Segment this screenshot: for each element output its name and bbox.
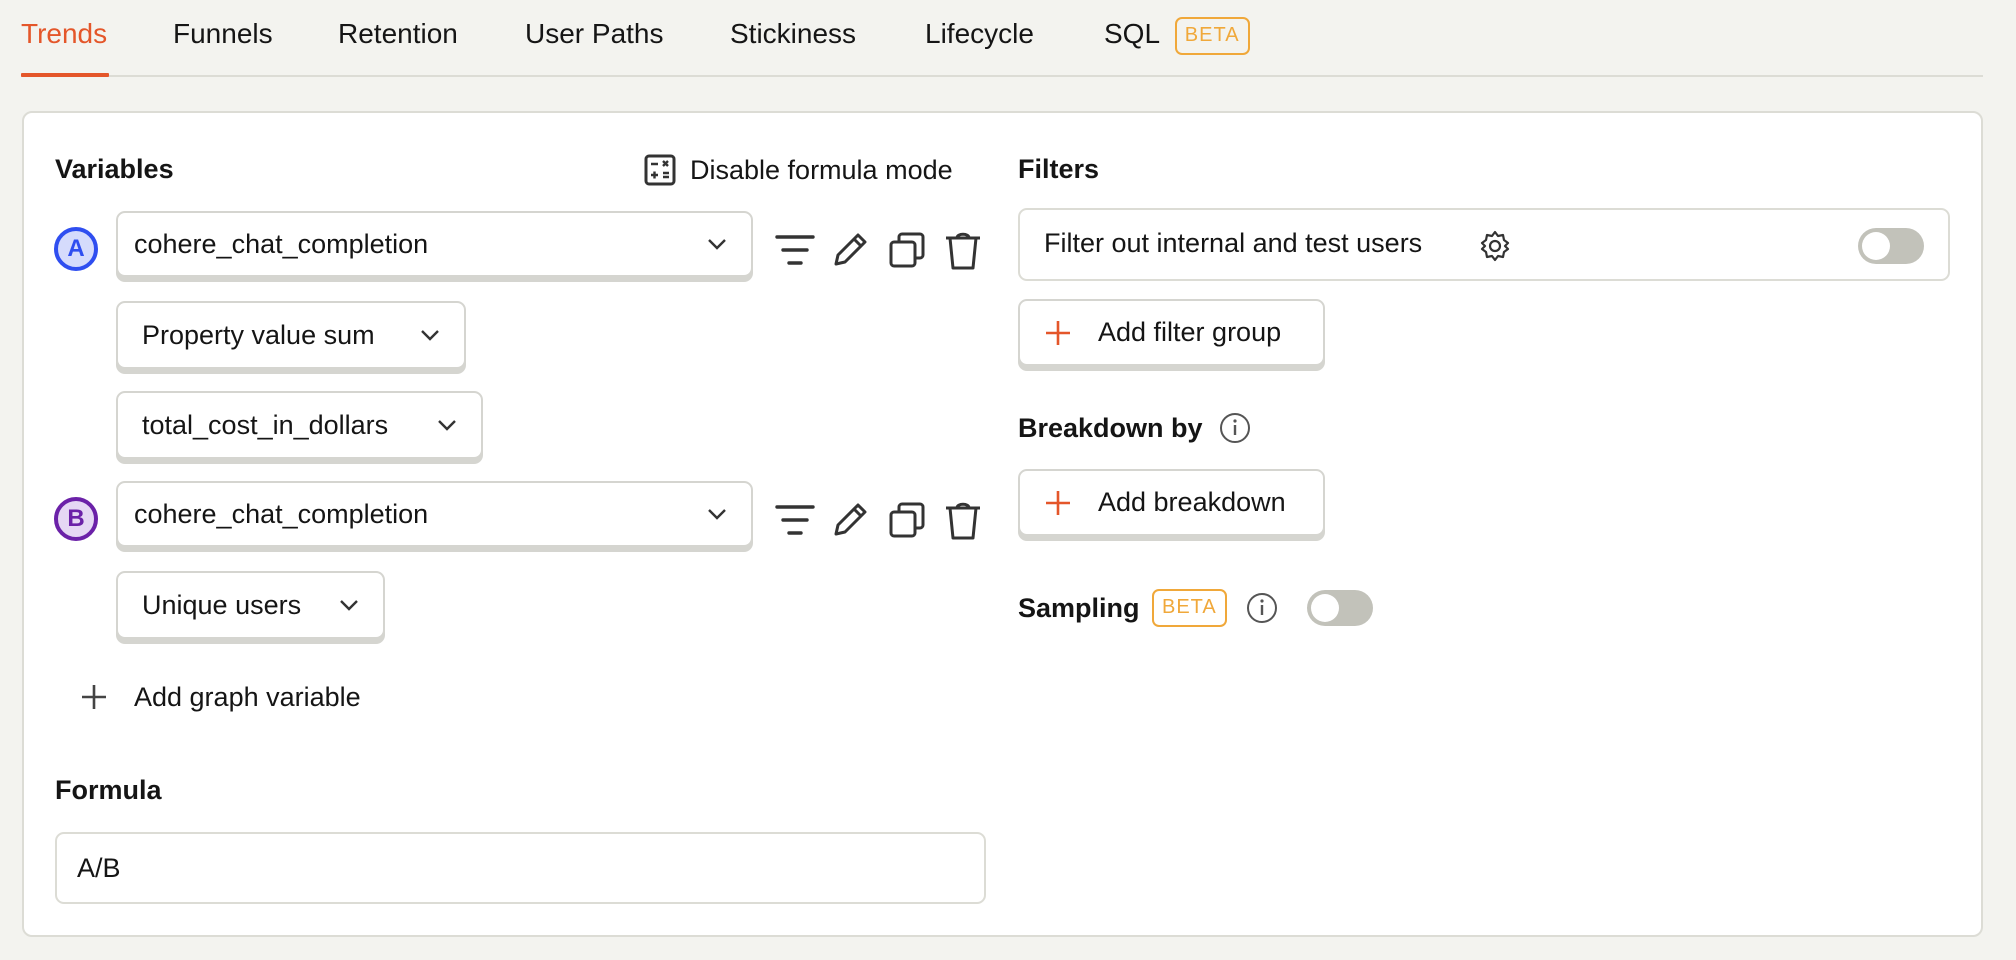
tab-lifecycle[interactable]: Lifecycle [925,14,1034,54]
disable-formula-mode-button[interactable]: Disable formula mode [644,150,953,190]
series-a-event-select[interactable]: cohere_chat_completion [116,211,753,277]
toggle-knob [1311,594,1339,622]
series-b-duplicate-button[interactable] [885,498,929,542]
breakdown-heading: Breakdown by [1018,413,1203,443]
pencil-icon [834,503,867,536]
gear-icon[interactable] [1478,229,1512,263]
tab-user-paths[interactable]: User Paths [525,14,664,54]
series-a-delete-button[interactable] [941,228,985,272]
series-b-math-label: Unique users [142,589,302,620]
series-a-duplicate-button[interactable] [885,228,929,272]
copy-icon [889,232,925,268]
series-b-event-select[interactable]: cohere_chat_completion [116,481,753,547]
tab-sql-label: SQL [1104,18,1159,49]
add-graph-variable-label: Add graph variable [134,681,361,712]
beta-badge: BETA [1174,16,1250,55]
filters-heading: Filters [1018,154,1100,184]
plus-icon [1046,490,1070,515]
disable-formula-mode-label: Disable formula mode [690,154,953,185]
test-users-toggle[interactable] [1858,228,1924,264]
calculator-icon [644,154,676,186]
copy-icon [889,502,925,538]
variables-heading: Variables [55,154,174,184]
plus-icon [1046,320,1070,345]
test-users-filter-label: Filter out internal and test users [1044,228,1423,258]
trash-icon [946,232,980,270]
pencil-icon [834,233,867,266]
formula-input[interactable] [55,832,986,904]
series-b-filter-button[interactable] [773,498,817,542]
info-icon[interactable] [1246,592,1278,624]
chevron-down-icon [438,420,456,431]
add-filter-group-button[interactable]: Add filter group [1018,299,1325,366]
tab-sql[interactable]: SQL BETA [1104,14,1250,55]
toggle-knob [1862,232,1890,260]
sampling-toggle[interactable] [1307,590,1373,626]
series-b-badge: B [54,497,98,541]
info-icon[interactable] [1219,412,1251,444]
series-b-rename-button[interactable] [828,498,872,542]
filter-icon [775,505,815,535]
series-a-filter-button[interactable] [773,228,817,272]
series-b-letter: B [67,505,85,532]
series-a-math-select[interactable]: Property value sum [116,301,466,369]
series-a-rename-button[interactable] [828,228,872,272]
series-a-event-label: cohere_chat_completion [134,228,429,259]
series-a-badge: A [54,227,98,271]
active-tab-indicator [21,73,109,77]
series-b-math-select[interactable]: Unique users [116,571,385,639]
add-filter-group-label: Add filter group [1098,317,1282,347]
tab-retention[interactable]: Retention [338,14,458,54]
chevron-down-icon [708,509,726,520]
chevron-down-icon [708,239,726,250]
trash-icon [946,502,980,540]
chevron-down-icon [340,600,358,611]
series-a-math-label: Property value sum [142,319,375,350]
series-a-property-select[interactable]: total_cost_in_dollars [116,391,483,459]
tab-trends[interactable]: Trends [21,14,107,54]
tab-funnels[interactable]: Funnels [173,14,273,54]
series-a-property-label: total_cost_in_dollars [142,409,389,440]
tab-stickiness[interactable]: Stickiness [730,14,856,54]
chevron-down-icon [421,330,439,341]
filter-icon [775,235,815,265]
series-b-event-label: cohere_chat_completion [134,498,429,529]
sampling-heading: Sampling [1018,593,1140,623]
series-a-letter: A [67,235,85,262]
test-users-filter-row: Filter out internal and test users [1018,208,1950,281]
sampling-beta-badge: BETA [1152,589,1227,627]
series-b-delete-button[interactable] [941,498,985,542]
add-breakdown-label: Add breakdown [1098,487,1286,517]
tabs-divider [21,75,1983,77]
plus-icon [82,685,106,709]
formula-heading: Formula [55,775,162,805]
add-graph-variable-button[interactable]: Add graph variable [80,677,361,717]
add-breakdown-button[interactable]: Add breakdown [1018,469,1325,536]
